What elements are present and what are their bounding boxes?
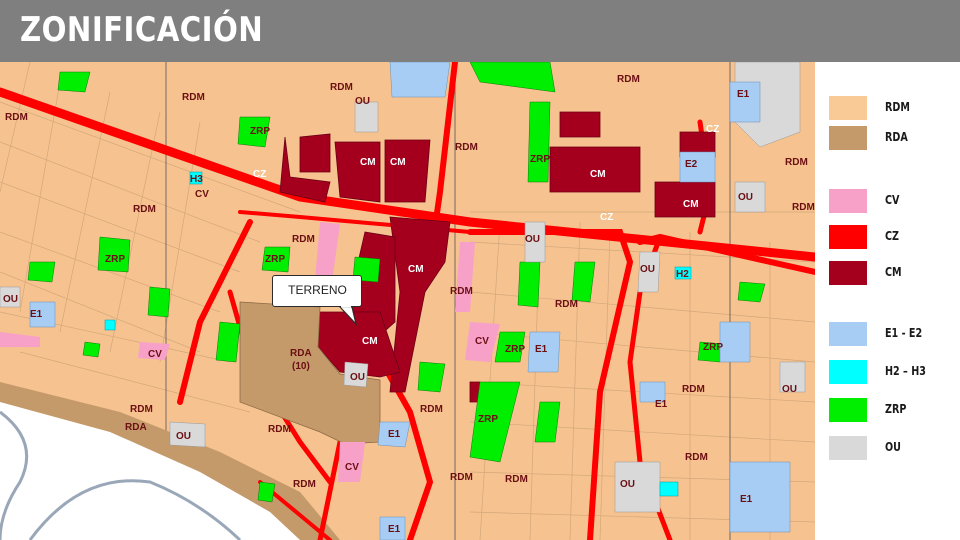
map-label-ou: OU <box>620 479 635 490</box>
map-label-rdm: RDM <box>182 92 205 103</box>
map-label-ou: OU <box>738 192 753 203</box>
map-label-e1: E1 <box>737 89 750 100</box>
map-label-ou: OU <box>355 96 370 107</box>
map-label-cm: CM <box>360 157 376 168</box>
map-label-rdm: RDM <box>792 202 815 213</box>
legend-swatch-cv <box>829 189 867 213</box>
title-bar: ZONIFICACIÓN <box>0 0 960 62</box>
legend-swatch-rda <box>829 126 867 150</box>
map-label-e1: E1 <box>535 344 548 355</box>
map-label-rdm: RDM <box>330 82 353 93</box>
map-label-cm: CM <box>590 169 606 180</box>
map-label-rdm: RDM <box>420 404 443 415</box>
map-label-rda-site: RDA <box>290 348 312 359</box>
map-label-e1: E1 <box>388 429 401 440</box>
map-label-rdm: RDM <box>5 112 28 123</box>
legend-swatch-zrp <box>829 398 867 422</box>
legend-label-cv: CV <box>885 193 900 207</box>
map-label-rdm: RDM <box>682 384 705 395</box>
map-label-ou: OU <box>176 431 191 442</box>
map-label-e1: E1 <box>740 494 753 505</box>
map-label-zrp: ZRP <box>505 344 525 355</box>
map-label-cm: CM <box>390 157 406 168</box>
map-label-cv: CV <box>345 462 359 473</box>
legend-label-rdm: RDM <box>885 100 910 114</box>
map-label-ou: OU <box>640 264 655 275</box>
map-label-rdm: RDM <box>505 474 528 485</box>
terreno-callout-label: TERRENO <box>288 283 347 297</box>
map-label-rdm: RDM <box>268 424 291 435</box>
map-label-h3: H3 <box>190 174 203 185</box>
map-label-zrp: ZRP <box>703 342 723 353</box>
map-label-rdm: RDM <box>292 234 315 245</box>
legend-label-zrp: ZRP <box>885 402 907 416</box>
map-label-rdm: RDM <box>555 299 578 310</box>
page-title: ZONIFICACIÓN <box>20 10 264 50</box>
legend-label-rda: RDA <box>885 130 908 144</box>
map-label-cv: CV <box>195 189 209 200</box>
legend-swatch-cz <box>829 225 867 249</box>
map-label-cv: CV <box>148 349 162 360</box>
map-label-rdm: RDM <box>785 157 808 168</box>
legend-label-h2-h3: H2 – H3 <box>885 364 926 378</box>
legend-swatch-h2-h3 <box>829 360 867 384</box>
terreno-callout[interactable]: TERRENO <box>272 275 364 309</box>
legend-label-ou: OU <box>885 440 901 454</box>
zoning-map-canvas: RDM RDM RDM RDM RDM RDM RDM RDM RDM RDM … <box>0 62 815 540</box>
map-label-cz: CZ <box>253 169 266 180</box>
map-label-cv: CV <box>475 336 489 347</box>
map-label-zrp: ZRP <box>105 254 125 265</box>
map-label-h2: H2 <box>676 269 689 280</box>
legend-swatch-e1-e2 <box>829 322 867 346</box>
map-label-ou: OU <box>525 234 540 245</box>
zoning-legend: RDM RDA CV CZ CM E1 - E2 H2 – H3 ZRP OU <box>815 62 960 540</box>
map-label-rdm: RDM <box>455 142 478 153</box>
map-label-cm: CM <box>683 199 699 210</box>
legend-label-cz: CZ <box>885 229 900 243</box>
map-label-zrp: ZRP <box>478 414 498 425</box>
map-label-rdm: RDM <box>685 452 708 463</box>
map-label-e2: E2 <box>685 159 698 170</box>
map-label-rdm: RDM <box>450 472 473 483</box>
map-label-ou: OU <box>350 372 365 383</box>
legend-swatch-ou <box>829 436 867 460</box>
map-label-zrp: ZRP <box>265 254 285 265</box>
legend-swatch-rdm <box>829 96 867 120</box>
map-label-rda: RDA <box>125 422 147 433</box>
map-label-cm: CM <box>408 264 424 275</box>
map-label-zrp: ZRP <box>530 154 550 165</box>
map-label-e1: E1 <box>30 309 43 320</box>
map-label-rdm: RDM <box>450 286 473 297</box>
map-label-cz: CZ <box>600 212 613 223</box>
legend-label-cm: CM <box>885 265 902 279</box>
legend-swatch-cm <box>829 261 867 285</box>
map-label-e1: E1 <box>655 399 668 410</box>
map-label-rdm: RDM <box>133 204 156 215</box>
map-label-cz: CZ <box>706 124 719 135</box>
map-label-zrp: ZRP <box>250 126 270 137</box>
map-label-rdm: RDM <box>293 479 316 490</box>
map-label-cm: CM <box>362 336 378 347</box>
map-label-e1: E1 <box>388 524 401 535</box>
legend-label-e1-e2: E1 - E2 <box>885 326 923 340</box>
map-label-rda-site-num: (10) <box>292 361 310 372</box>
map-label-rdm: RDM <box>617 74 640 85</box>
zoning-map[interactable]: RDM RDM RDM RDM RDM RDM RDM RDM RDM RDM … <box>0 62 815 540</box>
map-label-ou: OU <box>3 294 18 305</box>
map-label-rdm: RDM <box>130 404 153 415</box>
map-label-ou: OU <box>782 384 797 395</box>
